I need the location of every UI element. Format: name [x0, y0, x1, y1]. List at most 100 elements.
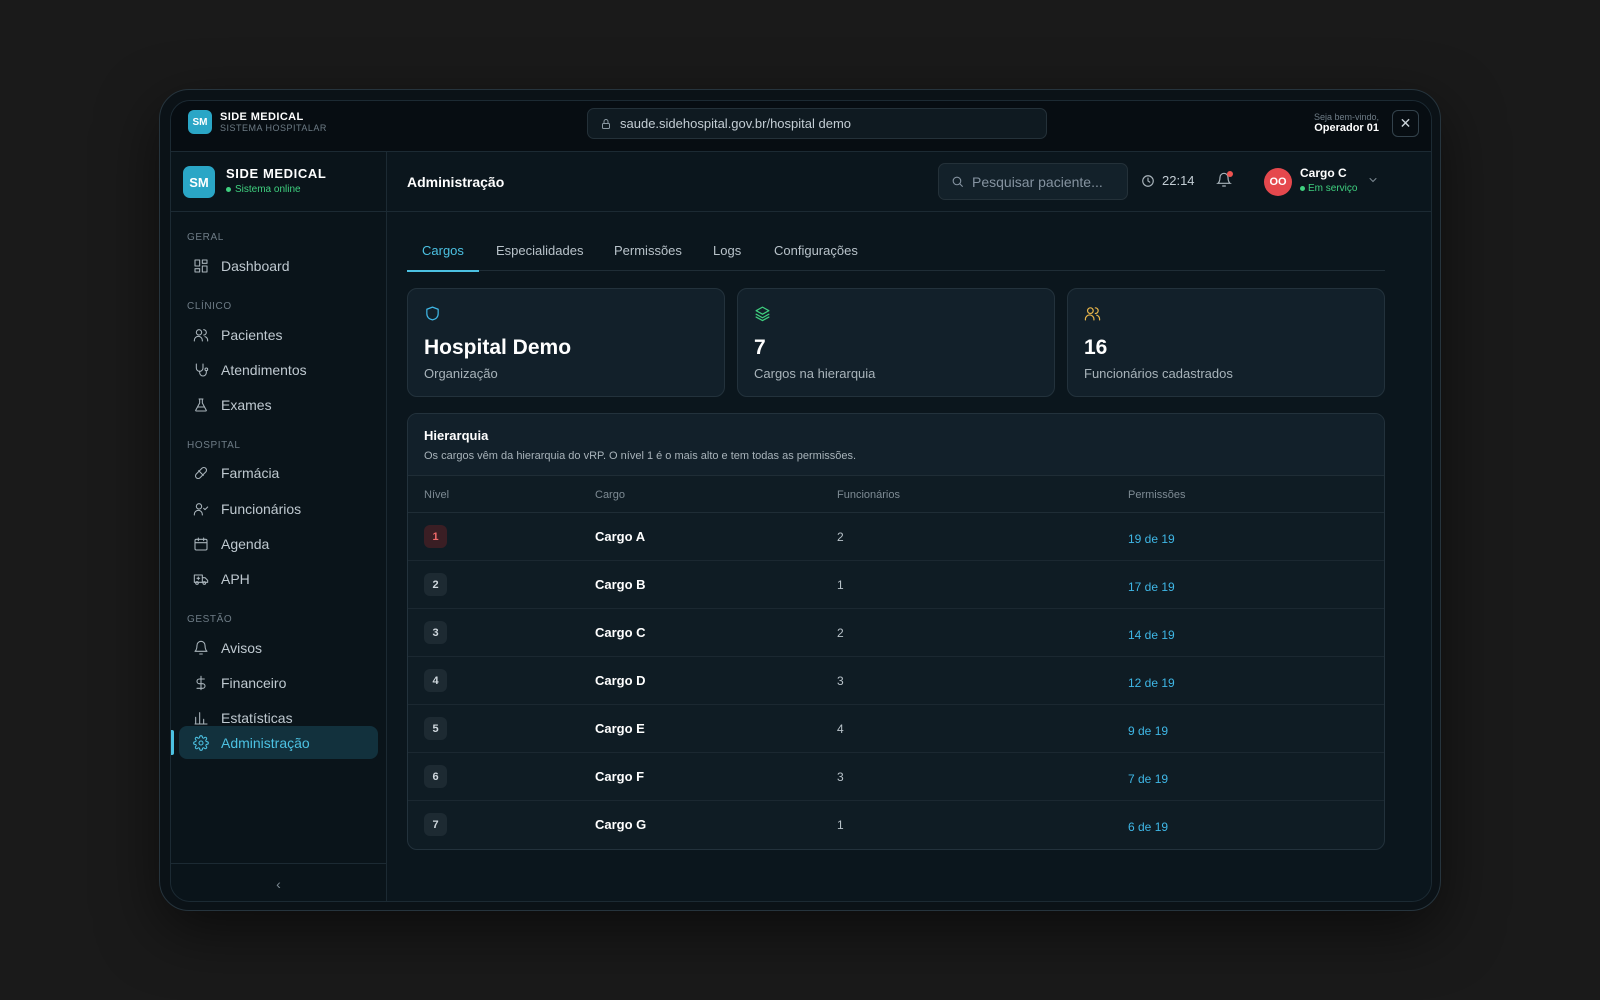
stat-card-employees: 16 Funcionários cadastrados [1067, 288, 1385, 397]
collapse-sidebar-button[interactable]: ‹ [171, 863, 386, 901]
clock: 22:14 [1141, 173, 1195, 188]
device-frame: SM SIDE MEDICAL SISTEMA HOSPITALAR saude… [159, 89, 1441, 911]
sidebar-logo: SM [183, 166, 215, 198]
column-header-funcionarios: Funcionários [837, 489, 900, 501]
user-check-icon [193, 502, 209, 516]
chevron-down-icon[interactable] [1367, 174, 1379, 186]
sidebar: SM SIDE MEDICAL Sistema online GERAL Das… [171, 152, 387, 901]
tab-cargos[interactable]: Cargos [407, 243, 479, 272]
grid-icon [194, 258, 208, 273]
cargo-name: Cargo E [595, 721, 645, 736]
level-badge: 7 [424, 813, 447, 836]
sidebar-item-label: Avisos [221, 639, 262, 656]
sidebar-item-dashboard[interactable]: Dashboard [179, 249, 378, 282]
sidebar-item-funcionarios[interactable]: Funcionários [179, 492, 378, 525]
bar-chart-icon [194, 711, 208, 725]
search-input[interactable]: Pesquisar paciente... [938, 163, 1128, 200]
employee-count: 1 [837, 818, 844, 832]
permissions-link[interactable]: 14 de 19 [1128, 628, 1175, 642]
tab-logs[interactable]: Logs [698, 243, 756, 271]
sidebar-item-agenda[interactable]: Agenda [179, 527, 378, 560]
lock-icon [602, 118, 610, 129]
employee-count: 2 [837, 626, 844, 640]
close-button[interactable]: ✕ [1392, 110, 1419, 137]
sidebar-item-atendimentos[interactable]: Atendimentos [179, 353, 378, 386]
users-icon [1084, 307, 1101, 321]
tab-configuracoes[interactable]: Configurações [759, 243, 873, 271]
sidebar-item-financeiro[interactable]: Financeiro [179, 666, 378, 699]
cargo-name: Cargo C [595, 625, 646, 640]
level-badge: 1 [424, 525, 447, 548]
main-content: Administração Pesquisar paciente... 22:1… [387, 152, 1431, 901]
sidebar-item-label: Dashboard [221, 257, 290, 274]
hierarchy-title: Hierarquia [424, 428, 489, 443]
nav-section-hospital: HOSPITAL [187, 440, 241, 451]
stat-card-organization: Hospital Demo Organização [407, 288, 725, 397]
main-header: Administração Pesquisar paciente... 22:1… [387, 152, 1431, 212]
card-label: Organização [424, 366, 498, 381]
status-dot-icon [1300, 186, 1305, 191]
notifications-button[interactable] [1216, 171, 1233, 193]
chevron-left-icon: ‹ [276, 875, 281, 892]
avatar[interactable]: OO [1264, 168, 1292, 196]
stat-card-roles: 7 Cargos na hierarquia [737, 288, 1055, 397]
sidebar-item-aph[interactable]: APH [179, 562, 378, 595]
card-value: Hospital Demo [424, 336, 572, 359]
search-icon [952, 176, 963, 187]
sidebar-item-administracao[interactable]: Administração [179, 726, 378, 759]
sidebar-item-label: Funcionários [221, 500, 302, 517]
operator-info: Seja bem-vindo, Operador 01 [1314, 112, 1379, 135]
permissions-link[interactable]: 7 de 19 [1128, 772, 1168, 786]
employee-count: 3 [837, 770, 844, 784]
table-row[interactable]: 4 Cargo D 3 12 de 19 [408, 657, 1384, 705]
table-row[interactable]: 2 Cargo B 1 17 de 19 [408, 561, 1384, 609]
app-screen: SM SIDE MEDICAL SISTEMA HOSPITALAR saude… [170, 100, 1432, 902]
operator-name: Operador 01 [1314, 122, 1379, 134]
level-badge: 2 [424, 573, 447, 596]
clock-time: 22:14 [1162, 173, 1195, 188]
url-bar[interactable]: saude.sidehospital.gov.br/hospital demo [587, 108, 1047, 139]
employee-count: 1 [837, 578, 844, 592]
gear-icon [193, 734, 209, 751]
sidebar-item-avisos[interactable]: Avisos [179, 631, 378, 664]
browser-bar: SM SIDE MEDICAL SISTEMA HOSPITALAR saude… [171, 101, 1431, 152]
cargo-name: Cargo B [595, 577, 646, 592]
url-text: saude.sidehospital.gov.br/hospital demo [620, 116, 852, 131]
tab-permissoes[interactable]: Permissões [599, 243, 697, 271]
sidebar-item-exames[interactable]: Exames [179, 388, 378, 421]
level-badge: 3 [424, 621, 447, 644]
table-row[interactable]: 6 Cargo F 3 7 de 19 [408, 753, 1384, 801]
tab-especialidades[interactable]: Especialidades [481, 243, 598, 271]
sidebar-item-label: Farmácia [221, 464, 280, 481]
layers-icon [755, 306, 770, 322]
table-row[interactable]: 7 Cargo G 1 6 de 19 [408, 801, 1384, 849]
sidebar-item-farmacia[interactable]: Farmácia [179, 456, 378, 489]
permissions-link[interactable]: 17 de 19 [1128, 580, 1175, 594]
card-value: 16 [1084, 336, 1108, 359]
users-icon [193, 328, 209, 342]
brand-subtitle: SISTEMA HOSPITALAR [220, 122, 327, 133]
hierarchy-panel: Hierarquia Os cargos vêm da hierarquia d… [407, 413, 1385, 850]
user-name[interactable]: Cargo C [1300, 166, 1347, 180]
sidebar-item-label: Administração [221, 734, 310, 751]
sidebar-title: SIDE MEDICAL [226, 166, 327, 181]
permissions-link[interactable]: 6 de 19 [1128, 820, 1168, 834]
sidebar-header: SM SIDE MEDICAL Sistema online [171, 152, 386, 212]
sidebar-item-label: APH [221, 570, 250, 587]
column-header-cargo: Cargo [595, 489, 625, 501]
table-row[interactable]: 1 Cargo A 2 19 de 19 [408, 513, 1384, 561]
table-row[interactable]: 3 Cargo C 2 14 de 19 [408, 609, 1384, 657]
employee-count: 2 [837, 530, 844, 544]
permissions-link[interactable]: 19 de 19 [1128, 532, 1175, 546]
permissions-link[interactable]: 12 de 19 [1128, 676, 1175, 690]
cargo-name: Cargo A [595, 529, 646, 544]
sidebar-item-pacientes[interactable]: Pacientes [179, 318, 378, 351]
level-badge: 6 [424, 765, 447, 788]
sidebar-item-label: Financeiro [221, 674, 287, 691]
sidebar-item-label: Atendimentos [221, 361, 307, 378]
card-value: 7 [754, 336, 766, 359]
permissions-link[interactable]: 9 de 19 [1128, 724, 1168, 738]
flask-icon [195, 397, 207, 412]
table-row[interactable]: 5 Cargo E 4 9 de 19 [408, 705, 1384, 753]
nav-section-geral: GERAL [187, 232, 224, 243]
